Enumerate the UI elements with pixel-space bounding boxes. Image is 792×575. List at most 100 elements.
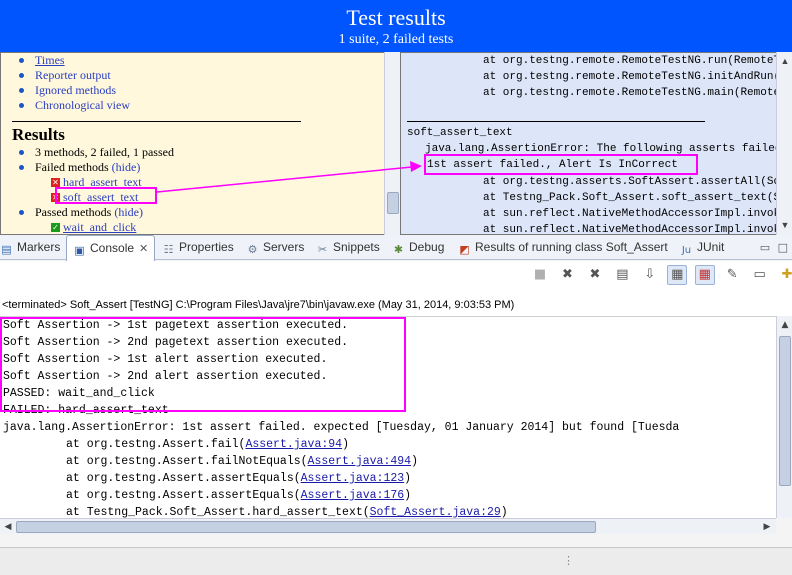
selected-method-highlight bbox=[55, 187, 157, 204]
console-icon: ▣ bbox=[74, 244, 85, 257]
markers-icon: ▤ bbox=[1, 243, 12, 256]
left-pane-scrollbar[interactable] bbox=[384, 52, 400, 235]
tab-label: Results of running class Soft_Assert bbox=[475, 240, 668, 254]
failed-hide-link[interactable]: (hide) bbox=[112, 160, 141, 174]
launch-status: <terminated> Soft_Assert [TestNG] C:\Pro… bbox=[2, 299, 515, 311]
scroll-lock-icon[interactable]: ⇩ bbox=[640, 265, 660, 285]
remove-launch-icon[interactable]: ✖ bbox=[557, 265, 577, 285]
trace-text: at org.testng.Assert.fail( bbox=[66, 438, 246, 451]
stack-trace-line: at org.testng.Assert.fail(Assert.java:94… bbox=[66, 436, 349, 453]
console-toolbar: ■ ✖ ✖ ▤ ⇩ ▦ ▦ ✎ ▭ ✚ bbox=[530, 265, 792, 287]
report-subtitle: 1 suite, 2 failed tests bbox=[338, 32, 454, 47]
trace-text: ) bbox=[404, 472, 412, 485]
status-bar-grip-icon[interactable]: ⋮ bbox=[563, 554, 574, 567]
report-header: Test results 1 suite, 2 failed tests bbox=[0, 0, 792, 52]
remove-all-terminated-icon[interactable]: ✖ bbox=[585, 265, 605, 285]
failed-methods-label: Failed methods bbox=[35, 160, 109, 174]
tab-testng-results[interactable]: ◩ Results of running class Soft_Assert bbox=[458, 235, 668, 260]
trace-text: ) bbox=[500, 506, 508, 518]
results-summary: 3 methods, 2 failed, 1 passed bbox=[19, 145, 174, 160]
failed-methods-group: Failed methods (hide) bbox=[19, 160, 174, 175]
scroll-up-icon[interactable]: ▲ bbox=[780, 56, 790, 66]
stack-trace-line: at Testng_Pack.Soft_Assert.hard_assert_t… bbox=[66, 504, 508, 518]
maximize-icon[interactable]: □ bbox=[778, 241, 788, 254]
source-link[interactable]: Soft_Assert.java:29 bbox=[370, 506, 501, 518]
console-vscroll-thumb[interactable] bbox=[779, 336, 791, 486]
pin-console-icon[interactable]: ✎ bbox=[722, 265, 742, 285]
console-horizontal-scrollbar[interactable]: ◀ ▶ bbox=[0, 518, 776, 534]
nav-link-reporter-output[interactable]: Reporter output bbox=[35, 68, 111, 82]
tab-properties[interactable]: ☷ Properties bbox=[162, 235, 234, 260]
junit-icon: Ju bbox=[681, 245, 692, 256]
tab-servers[interactable]: ⚙ Servers bbox=[246, 235, 305, 260]
testng-icon: ◩ bbox=[459, 243, 470, 256]
scroll-right-icon[interactable]: ▶ bbox=[760, 520, 774, 534]
show-on-error-icon[interactable]: ▦ bbox=[694, 265, 715, 285]
nav-item-chronological-view[interactable]: Chronological view bbox=[19, 98, 130, 113]
source-link[interactable]: Assert.java:123 bbox=[301, 472, 405, 485]
display-console-icon[interactable]: ▭ bbox=[750, 265, 770, 285]
tab-junit[interactable]: Ju JUnit bbox=[680, 235, 725, 260]
tab-label: Debug bbox=[409, 240, 445, 254]
scroll-up-icon[interactable]: ▲ bbox=[778, 318, 792, 332]
snippets-icon: ✂ bbox=[317, 243, 328, 256]
left-pane-scroll-thumb[interactable] bbox=[387, 192, 399, 214]
close-icon[interactable]: ✕ bbox=[139, 237, 148, 262]
minimize-icon[interactable]: ▭ bbox=[760, 241, 770, 254]
right-pane-scrollbar[interactable]: ▲ ▼ bbox=[776, 52, 792, 235]
tab-snippets[interactable]: ✂ Snippets bbox=[316, 235, 380, 260]
nav-item-times[interactable]: Times bbox=[19, 53, 130, 68]
servers-icon: ⚙ bbox=[247, 243, 258, 256]
source-link[interactable]: Assert.java:176 bbox=[301, 489, 405, 502]
stack-trace-line: at org.testng.Assert.assertEquals(Assert… bbox=[66, 487, 411, 504]
results-summary-text: 3 methods, 2 failed, 1 passed bbox=[35, 145, 174, 159]
trace-line: at org.testng.remote.RemoteTestNG.run(Re… bbox=[483, 55, 791, 67]
scroll-down-icon[interactable]: ▼ bbox=[780, 220, 790, 230]
nav-list: Times Reporter output Ignored methods Ch… bbox=[19, 53, 130, 113]
nav-link-ignored-methods[interactable]: Ignored methods bbox=[35, 83, 116, 97]
view-controls: ▭ □ bbox=[760, 241, 788, 254]
nav-item-ignored-methods[interactable]: Ignored methods bbox=[19, 83, 130, 98]
open-console-icon[interactable]: ✚ bbox=[777, 265, 792, 285]
passed-hide-link[interactable]: (hide) bbox=[114, 205, 143, 219]
console-header: ■ ✖ ✖ ▤ ⇩ ▦ ▦ ✎ ▭ ✚ <terminated> Soft_As… bbox=[0, 261, 792, 316]
trace-line: at sun.reflect.NativeMethodAccessorImpl.… bbox=[483, 224, 791, 235]
nav-item-reporter-output[interactable]: Reporter output bbox=[19, 68, 130, 83]
console-line: java.lang.AssertionError: 1st assert fai… bbox=[3, 421, 680, 434]
stack-trace-line: at org.testng.Assert.assertEquals(Assert… bbox=[66, 470, 411, 487]
trace-text: ) bbox=[404, 489, 412, 502]
clear-console-icon[interactable]: ▤ bbox=[612, 265, 632, 285]
trace-text: at org.testng.Assert.assertEquals( bbox=[66, 489, 301, 502]
view-tab-bar: ▤ Markers ▣ Console ✕ ☷ Properties ⚙ Servers … bbox=[0, 235, 792, 262]
report-detail-pane: at org.testng.remote.RemoteTestNG.run(Re… bbox=[400, 52, 792, 235]
passed-methods-group: Passed methods (hide) bbox=[19, 205, 174, 220]
terminate-icon[interactable]: ■ bbox=[530, 265, 550, 285]
passed-methods-label: Passed methods bbox=[35, 205, 112, 219]
console-vertical-scrollbar[interactable]: ▲ bbox=[776, 316, 792, 518]
failure-message-highlight bbox=[424, 154, 698, 175]
trace-text: at Testng_Pack.Soft_Assert.hard_assert_t… bbox=[66, 506, 370, 518]
tab-label: Snippets bbox=[333, 240, 380, 254]
tab-label: Properties bbox=[179, 240, 234, 254]
failed-icon: ✕ bbox=[51, 178, 60, 187]
passed-icon: ✓ bbox=[51, 223, 60, 232]
scroll-left-icon[interactable]: ◀ bbox=[1, 520, 15, 534]
show-on-output-icon[interactable]: ▦ bbox=[667, 265, 688, 285]
trace-text: at org.testng.Assert.assertEquals( bbox=[66, 472, 301, 485]
tab-debug[interactable]: ✱ Debug bbox=[392, 235, 444, 260]
nav-link-chronological-view[interactable]: Chronological view bbox=[35, 98, 130, 112]
passed-method-link[interactable]: wait_and_click bbox=[63, 220, 136, 234]
tab-console[interactable]: ▣ Console ✕ bbox=[66, 235, 156, 262]
tab-markers[interactable]: ▤ Markers bbox=[0, 235, 60, 260]
console-output-highlight bbox=[0, 317, 406, 412]
soft-assert-title: soft_assert_text bbox=[407, 127, 513, 139]
trace-text: ) bbox=[411, 455, 418, 468]
results-heading: Results bbox=[12, 125, 65, 144]
source-link[interactable]: Assert.java:494 bbox=[308, 455, 412, 468]
nav-link-times[interactable]: Times bbox=[35, 53, 65, 67]
source-link[interactable]: Assert.java:94 bbox=[245, 438, 342, 451]
report-title: Test results bbox=[346, 5, 446, 30]
console-hscroll-thumb[interactable] bbox=[16, 521, 596, 533]
passed-method-wait-and-click[interactable]: ✓ wait_and_click bbox=[51, 220, 174, 234]
properties-icon: ☷ bbox=[163, 243, 174, 256]
